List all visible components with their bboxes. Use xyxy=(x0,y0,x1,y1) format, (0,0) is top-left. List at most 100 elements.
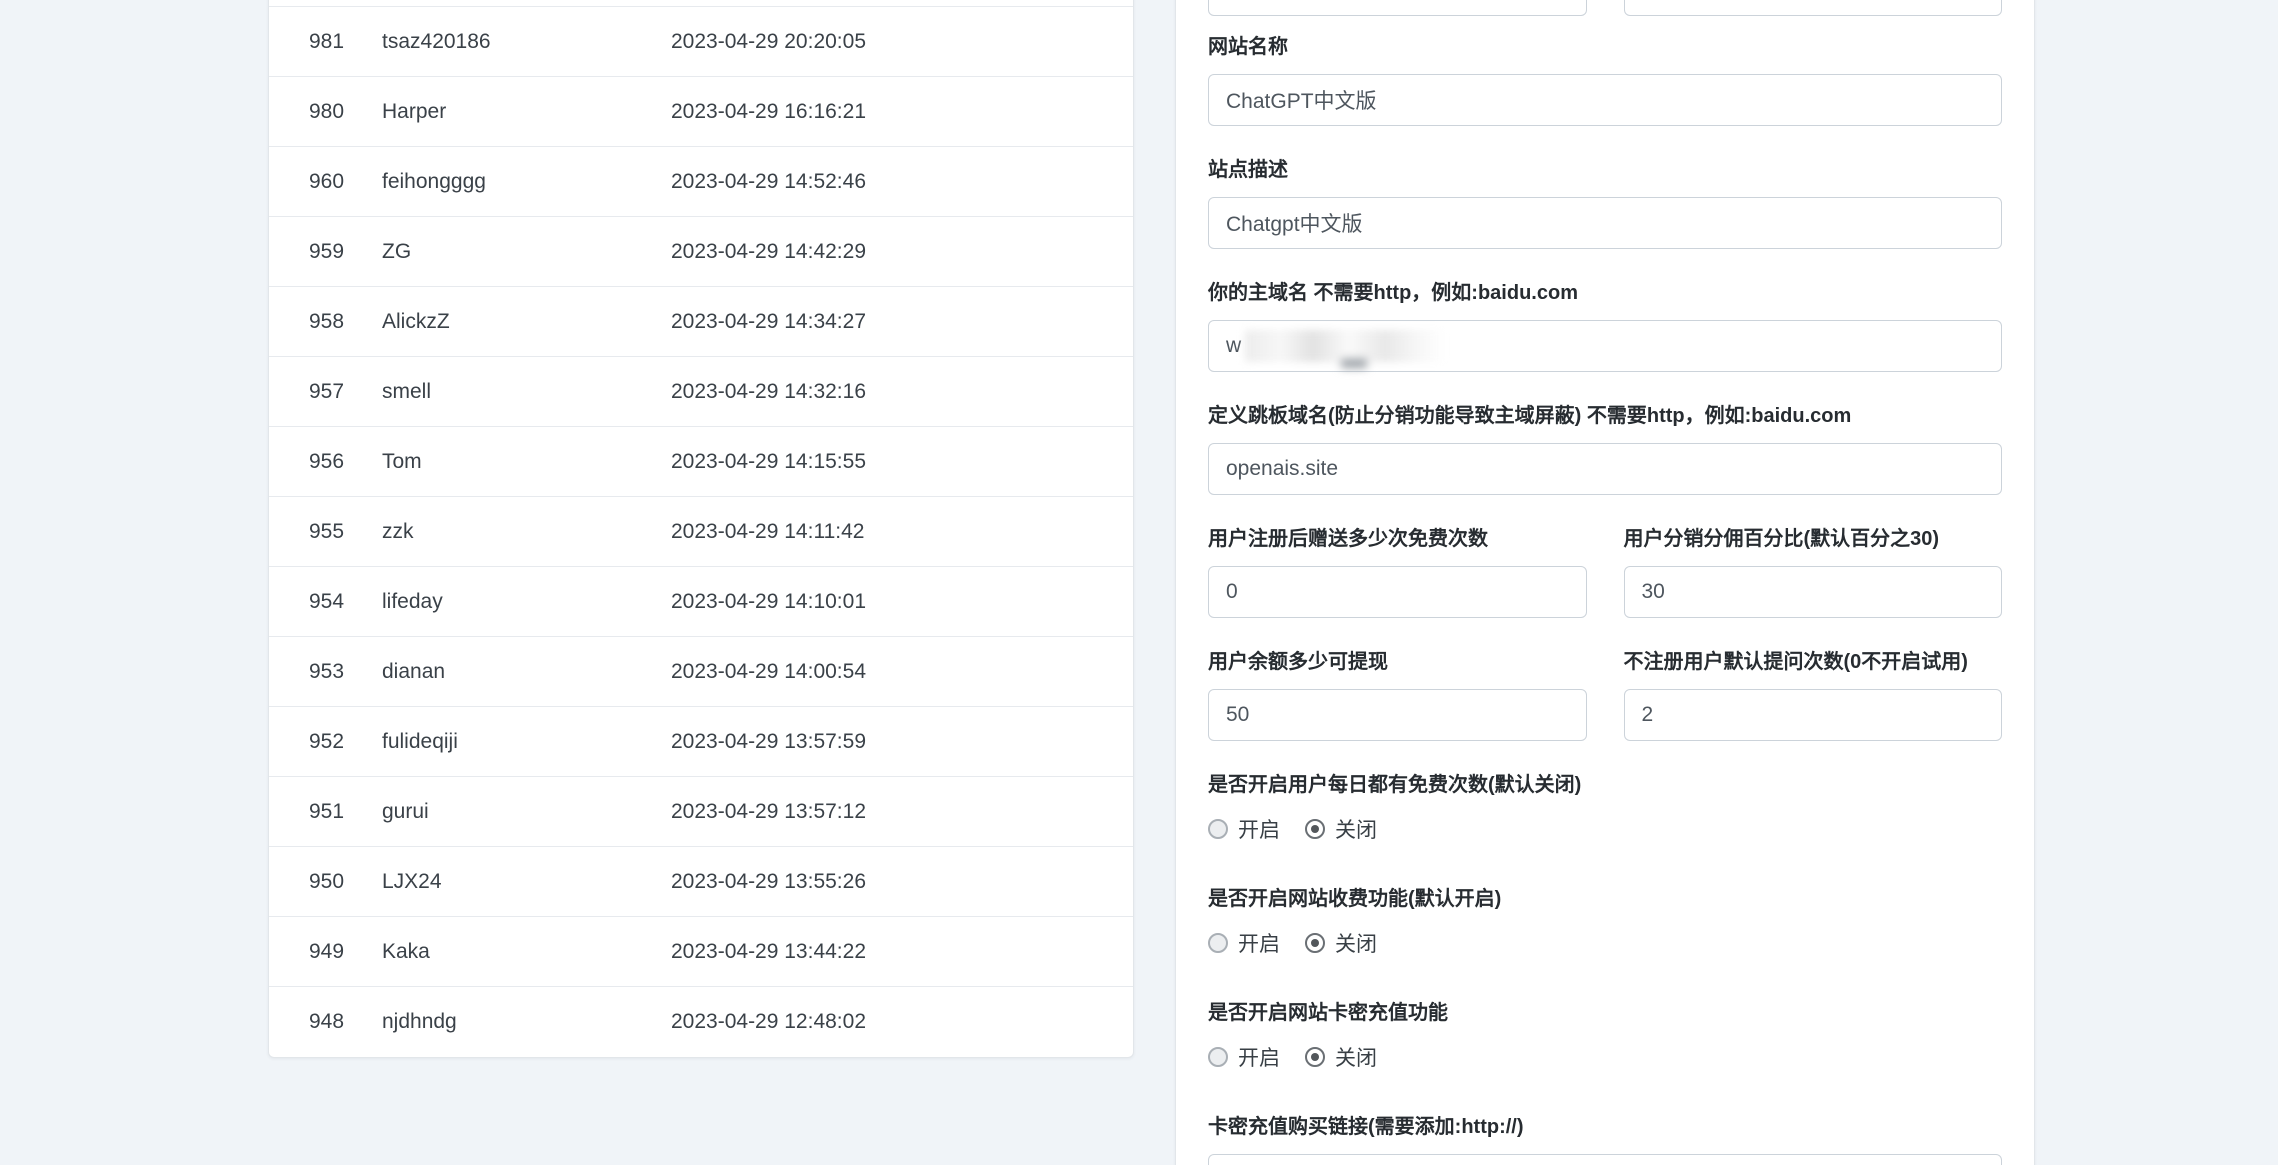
table-cell-name: feihongggg xyxy=(382,170,671,194)
table-cell-name: smell xyxy=(382,380,671,404)
field-card-link: 卡密充值购买链接(需要添加:http://) xyxy=(1208,1114,2002,1165)
table-cell-name: dianan xyxy=(382,660,671,684)
table-cell-name: lifeday xyxy=(382,590,671,614)
table-cell-time: 2023-04-29 14:52:46 xyxy=(671,170,1133,194)
commission-label: 用户分销分佣百分比(默认百分之30) xyxy=(1624,526,2003,552)
table-row: 954lifeday2023-04-29 14:10:01 xyxy=(269,567,1133,637)
users-table-body: 981tsaz4201862023-04-29 20:20:05 980Harpe… xyxy=(269,7,1133,1057)
field-register-free: 用户注册后赠送多少次免费次数 xyxy=(1208,526,1587,618)
table-row: 948njdhndg2023-04-29 12:48:02 xyxy=(269,987,1133,1057)
table-cell-id: 950 xyxy=(309,870,382,894)
table-cell-id: 980 xyxy=(309,100,382,124)
site-desc-label: 站点描述 xyxy=(1208,157,2002,183)
radio-checked-icon xyxy=(1305,819,1325,839)
table-cell-id: 951 xyxy=(309,800,382,824)
table-cell-id: 956 xyxy=(309,450,382,474)
card-recharge-on-option[interactable]: 开启 xyxy=(1208,1042,1280,1072)
table-cell-name: njdhndg xyxy=(382,1010,671,1034)
table-cell-name: Kaka xyxy=(382,940,671,964)
withdraw-min-input[interactable] xyxy=(1208,689,1587,741)
table-row: 981tsaz4201862023-04-29 20:20:05 xyxy=(269,7,1133,77)
page: { "table": { "rows": [ { "id": "981", "u… xyxy=(0,0,2278,1165)
table-cell-time: 2023-04-29 14:32:16 xyxy=(671,380,1133,404)
table-cell-time: 2023-04-29 13:57:12 xyxy=(671,800,1133,824)
withdraw-min-label: 用户余额多少可提现 xyxy=(1208,649,1587,675)
radio-unchecked-icon xyxy=(1208,819,1228,839)
table-cell-name: zzk xyxy=(382,520,671,544)
table-cell-time: 2023-04-29 20:20:05 xyxy=(671,30,1133,54)
field-row-withdraw-trial: 用户余额多少可提现 不注册用户默认提问次数(0不开启试用) xyxy=(1208,649,2002,741)
jump-domain-label: 定义跳板域名(防止分销功能导致主域屏蔽) 不需要http，例如:baidu.co… xyxy=(1208,403,2002,429)
settings-form-card: 网站名称 站点描述 你的主域名 不需要http，例如:baidu.com w 定… xyxy=(1175,0,2035,1165)
field-site-name: 网站名称 xyxy=(1208,34,2002,126)
table-cell-id: 958 xyxy=(309,310,382,334)
card-recharge-off-option[interactable]: 关闭 xyxy=(1305,1042,1377,1072)
commission-input[interactable] xyxy=(1624,566,2003,618)
guest-trial-input[interactable] xyxy=(1624,689,2003,741)
field-main-domain: 你的主域名 不需要http，例如:baidu.com w xyxy=(1208,280,2002,372)
table-cell-name: Harper xyxy=(382,100,671,124)
table-cell-id: 949 xyxy=(309,940,382,964)
daily-free-on-option[interactable]: 开启 xyxy=(1208,814,1280,844)
radio-label-off: 关闭 xyxy=(1335,1042,1377,1072)
table-cell-id: 960 xyxy=(309,170,382,194)
table-cell-time: 2023-04-29 13:44:22 xyxy=(671,940,1133,964)
daily-free-radios: 开启 关闭 xyxy=(1208,814,2002,844)
table-row: 949Kaka2023-04-29 13:44:22 xyxy=(269,917,1133,987)
site-name-label: 网站名称 xyxy=(1208,34,2002,60)
cutoff-input-left[interactable] xyxy=(1208,0,1587,16)
table-row: 951gurui2023-04-29 13:57:12 xyxy=(269,777,1133,847)
cutoff-input-row xyxy=(1208,0,2002,16)
field-card-recharge: 是否开启网站卡密充值功能 开启 关闭 xyxy=(1208,1000,2002,1072)
table-row: 958AlickzZ2023-04-29 14:34:27 xyxy=(269,287,1133,357)
cutoff-input-right[interactable] xyxy=(1624,0,2003,16)
table-cell-id: 957 xyxy=(309,380,382,404)
table-cell-name: tsaz420186 xyxy=(382,30,671,54)
field-row-free-commission: 用户注册后赠送多少次免费次数 用户分销分佣百分比(默认百分之30) xyxy=(1208,526,2002,618)
table-cell-time: 2023-04-29 13:57:59 xyxy=(671,730,1133,754)
table-row-partial xyxy=(269,0,1133,7)
table-cell-time: 2023-04-29 14:00:54 xyxy=(671,660,1133,684)
card-recharge-label: 是否开启网站卡密充值功能 xyxy=(1208,1000,2002,1026)
table-cell-time: 2023-04-29 13:55:26 xyxy=(671,870,1133,894)
main-domain-input[interactable]: w xyxy=(1208,320,2002,372)
table-cell-name: gurui xyxy=(382,800,671,824)
redacted-blur-overlay xyxy=(1245,330,1445,362)
daily-free-label: 是否开启用户每日都有免费次数(默认关闭) xyxy=(1208,772,2002,798)
card-link-label: 卡密充值购买链接(需要添加:http://) xyxy=(1208,1114,2002,1140)
table-row: 956Tom2023-04-29 14:15:55 xyxy=(269,427,1133,497)
site-desc-input[interactable] xyxy=(1208,197,2002,249)
table-cell-time: 2023-04-29 12:48:02 xyxy=(671,1010,1133,1034)
table-row: 952fulideqiji2023-04-29 13:57:59 xyxy=(269,707,1133,777)
radio-label-on: 开启 xyxy=(1238,928,1280,958)
daily-free-off-option[interactable]: 关闭 xyxy=(1305,814,1377,844)
register-free-input[interactable] xyxy=(1208,566,1587,618)
radio-label-on: 开启 xyxy=(1238,814,1280,844)
radio-label-on: 开启 xyxy=(1238,1042,1280,1072)
site-charge-on-option[interactable]: 开启 xyxy=(1208,928,1280,958)
site-charge-off-option[interactable]: 关闭 xyxy=(1305,928,1377,958)
table-cell-id: 959 xyxy=(309,240,382,264)
table-row: 953dianan2023-04-29 14:00:54 xyxy=(269,637,1133,707)
field-daily-free: 是否开启用户每日都有免费次数(默认关闭) 开启 关闭 xyxy=(1208,772,2002,844)
field-site-desc: 站点描述 xyxy=(1208,157,2002,249)
table-row: 950LJX242023-04-29 13:55:26 xyxy=(269,847,1133,917)
field-commission: 用户分销分佣百分比(默认百分之30) xyxy=(1624,526,2003,618)
main-domain-visible-value: w xyxy=(1226,334,1241,358)
site-name-input[interactable] xyxy=(1208,74,2002,126)
table-cell-name: fulideqiji xyxy=(382,730,671,754)
table-cell-id: 955 xyxy=(309,520,382,544)
card-recharge-radios: 开启 关闭 xyxy=(1208,1042,2002,1072)
site-charge-label: 是否开启网站收费功能(默认开启) xyxy=(1208,886,2002,912)
table-cell-id: 953 xyxy=(309,660,382,684)
card-link-input[interactable] xyxy=(1208,1154,2002,1165)
site-charge-radios: 开启 关闭 xyxy=(1208,928,2002,958)
table-cell-name: LJX24 xyxy=(382,870,671,894)
table-cell-id: 948 xyxy=(309,1010,382,1034)
field-withdraw-min: 用户余额多少可提现 xyxy=(1208,649,1587,741)
table-cell-name: ZG xyxy=(382,240,671,264)
table-cell-name: Tom xyxy=(382,450,671,474)
radio-label-off: 关闭 xyxy=(1335,814,1377,844)
jump-domain-input[interactable] xyxy=(1208,443,2002,495)
table-cell-time: 2023-04-29 14:15:55 xyxy=(671,450,1133,474)
